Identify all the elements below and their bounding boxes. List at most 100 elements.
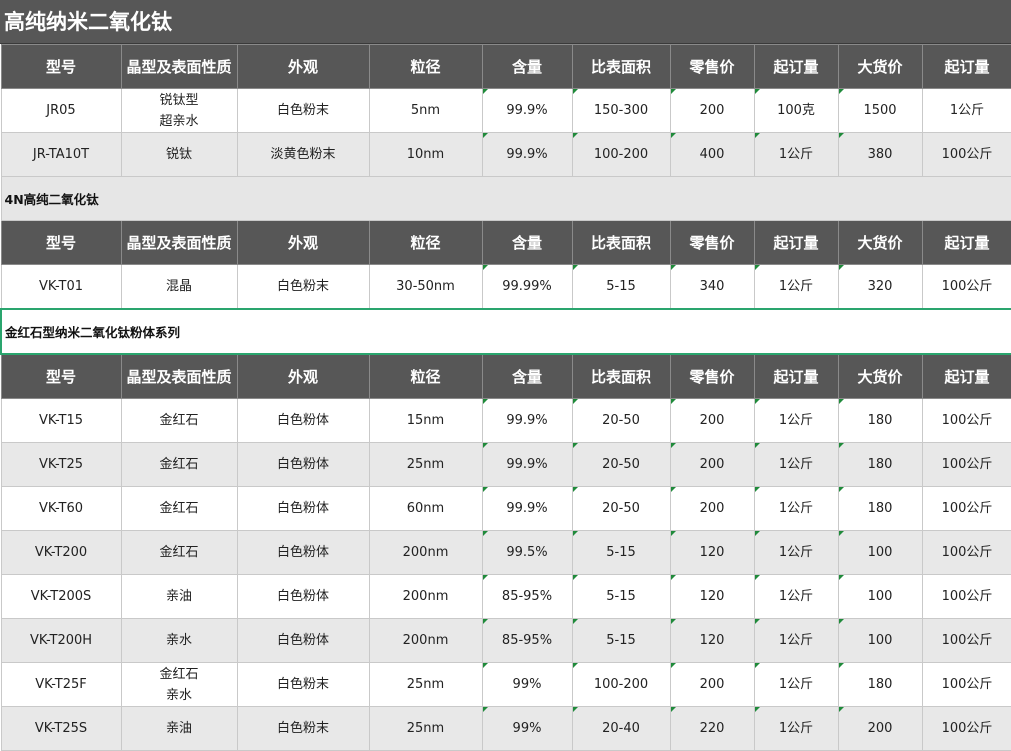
- cell-particle-size[interactable]: 60nm: [369, 487, 482, 531]
- cell-appearance[interactable]: 淡黄色粉末: [237, 133, 369, 177]
- cell-min-order[interactable]: 1公斤: [754, 265, 838, 310]
- cell-appearance[interactable]: 白色粉末: [237, 265, 369, 310]
- cell-appearance[interactable]: 白色粉体: [237, 575, 369, 619]
- cell-min-order[interactable]: 1公斤: [754, 619, 838, 663]
- cell-bulk-min-order[interactable]: 1公斤: [922, 89, 1011, 133]
- cell-retail-price[interactable]: 340: [670, 265, 754, 310]
- cell-appearance[interactable]: 白色粉体: [237, 399, 369, 443]
- cell-surface-area[interactable]: 100-200: [572, 663, 670, 707]
- cell-content[interactable]: 85-95%: [482, 575, 572, 619]
- cell-particle-size[interactable]: 5nm: [369, 89, 482, 133]
- cell-bulk-price[interactable]: 180: [838, 663, 922, 707]
- header-content[interactable]: 含量: [482, 221, 572, 265]
- cell-model[interactable]: JR-TA10T: [1, 133, 121, 177]
- header-bulk-price[interactable]: 大货价: [838, 45, 922, 89]
- header-min-order[interactable]: 起订量: [754, 221, 838, 265]
- cell-particle-size[interactable]: 200nm: [369, 575, 482, 619]
- cell-min-order[interactable]: 1公斤: [754, 399, 838, 443]
- cell-content[interactable]: 99.9%: [482, 399, 572, 443]
- cell-retail-price[interactable]: 200: [670, 663, 754, 707]
- cell-content[interactable]: 99.5%: [482, 531, 572, 575]
- cell-crystal-form[interactable]: 亲油: [121, 707, 237, 751]
- cell-retail-price[interactable]: 400: [670, 133, 754, 177]
- cell-particle-size[interactable]: 200nm: [369, 531, 482, 575]
- cell-crystal-form[interactable]: 金红石: [121, 399, 237, 443]
- cell-crystal-form[interactable]: 锐钛: [121, 133, 237, 177]
- cell-retail-price[interactable]: 200: [670, 487, 754, 531]
- cell-surface-area[interactable]: 5-15: [572, 575, 670, 619]
- cell-surface-area[interactable]: 5-15: [572, 531, 670, 575]
- cell-model[interactable]: VK-T25S: [1, 707, 121, 751]
- cell-min-order[interactable]: 1公斤: [754, 575, 838, 619]
- cell-bulk-min-order[interactable]: 100公斤: [922, 487, 1011, 531]
- header-model[interactable]: 型号: [1, 354, 121, 399]
- header-appearance[interactable]: 外观: [237, 354, 369, 399]
- cell-appearance[interactable]: 白色粉末: [237, 707, 369, 751]
- cell-appearance[interactable]: 白色粉末: [237, 663, 369, 707]
- cell-particle-size[interactable]: 200nm: [369, 619, 482, 663]
- cell-appearance[interactable]: 白色粉体: [237, 619, 369, 663]
- cell-bulk-price[interactable]: 320: [838, 265, 922, 310]
- cell-surface-area[interactable]: 20-50: [572, 399, 670, 443]
- header-content[interactable]: 含量: [482, 354, 572, 399]
- cell-model[interactable]: VK-T15: [1, 399, 121, 443]
- cell-content[interactable]: 99.99%: [482, 265, 572, 310]
- cell-crystal-form[interactable]: 金红石: [121, 531, 237, 575]
- cell-bulk-price[interactable]: 200: [838, 707, 922, 751]
- cell-surface-area[interactable]: 5-15: [572, 619, 670, 663]
- cell-model[interactable]: JR05: [1, 89, 121, 133]
- cell-model[interactable]: VK-T200H: [1, 619, 121, 663]
- cell-crystal-form[interactable]: 金红石: [121, 443, 237, 487]
- cell-retail-price[interactable]: 200: [670, 399, 754, 443]
- section-title[interactable]: 4N高纯二氧化钛: [1, 177, 1011, 221]
- cell-surface-area[interactable]: 20-50: [572, 487, 670, 531]
- cell-crystal-form[interactable]: 混晶: [121, 265, 237, 310]
- cell-particle-size[interactable]: 15nm: [369, 399, 482, 443]
- header-particle-size[interactable]: 粒径: [369, 45, 482, 89]
- cell-surface-area[interactable]: 100-200: [572, 133, 670, 177]
- cell-retail-price[interactable]: 120: [670, 619, 754, 663]
- cell-particle-size[interactable]: 10nm: [369, 133, 482, 177]
- cell-min-order[interactable]: 1公斤: [754, 443, 838, 487]
- cell-crystal-form[interactable]: 亲油: [121, 575, 237, 619]
- cell-min-order[interactable]: 1公斤: [754, 487, 838, 531]
- cell-model[interactable]: VK-T200: [1, 531, 121, 575]
- cell-surface-area[interactable]: 150-300: [572, 89, 670, 133]
- header-content[interactable]: 含量: [482, 45, 572, 89]
- cell-bulk-price[interactable]: 100: [838, 531, 922, 575]
- cell-bulk-min-order[interactable]: 100公斤: [922, 663, 1011, 707]
- cell-model[interactable]: VK-T25F: [1, 663, 121, 707]
- header-surface-area[interactable]: 比表面积: [572, 45, 670, 89]
- cell-crystal-form[interactable]: 亲水: [121, 619, 237, 663]
- cell-particle-size[interactable]: 25nm: [369, 707, 482, 751]
- cell-model[interactable]: VK-T01: [1, 265, 121, 310]
- cell-content[interactable]: 99%: [482, 707, 572, 751]
- header-model[interactable]: 型号: [1, 221, 121, 265]
- cell-min-order[interactable]: 1公斤: [754, 707, 838, 751]
- header-appearance[interactable]: 外观: [237, 221, 369, 265]
- cell-retail-price[interactable]: 220: [670, 707, 754, 751]
- header-retail-price[interactable]: 零售价: [670, 221, 754, 265]
- cell-model[interactable]: VK-T60: [1, 487, 121, 531]
- cell-content[interactable]: 99%: [482, 663, 572, 707]
- section-title[interactable]: 金红石型纳米二氧化钛粉体系列: [1, 309, 1011, 354]
- cell-bulk-price[interactable]: 180: [838, 487, 922, 531]
- cell-retail-price[interactable]: 200: [670, 89, 754, 133]
- header-bulk-min-order[interactable]: 起订量: [922, 354, 1011, 399]
- header-bulk-min-order[interactable]: 起订量: [922, 221, 1011, 265]
- cell-content[interactable]: 99.9%: [482, 443, 572, 487]
- header-retail-price[interactable]: 零售价: [670, 45, 754, 89]
- cell-bulk-price[interactable]: 380: [838, 133, 922, 177]
- cell-bulk-min-order[interactable]: 100公斤: [922, 575, 1011, 619]
- header-bulk-price[interactable]: 大货价: [838, 354, 922, 399]
- cell-bulk-min-order[interactable]: 100公斤: [922, 531, 1011, 575]
- cell-content[interactable]: 85-95%: [482, 619, 572, 663]
- cell-bulk-price[interactable]: 100: [838, 575, 922, 619]
- cell-bulk-min-order[interactable]: 100公斤: [922, 443, 1011, 487]
- cell-min-order[interactable]: 100克: [754, 89, 838, 133]
- cell-surface-area[interactable]: 20-50: [572, 443, 670, 487]
- cell-bulk-price[interactable]: 1500: [838, 89, 922, 133]
- cell-content[interactable]: 99.9%: [482, 133, 572, 177]
- cell-crystal-form[interactable]: 金红石亲水: [121, 663, 237, 707]
- header-crystal-form[interactable]: 晶型及表面性质: [121, 45, 237, 89]
